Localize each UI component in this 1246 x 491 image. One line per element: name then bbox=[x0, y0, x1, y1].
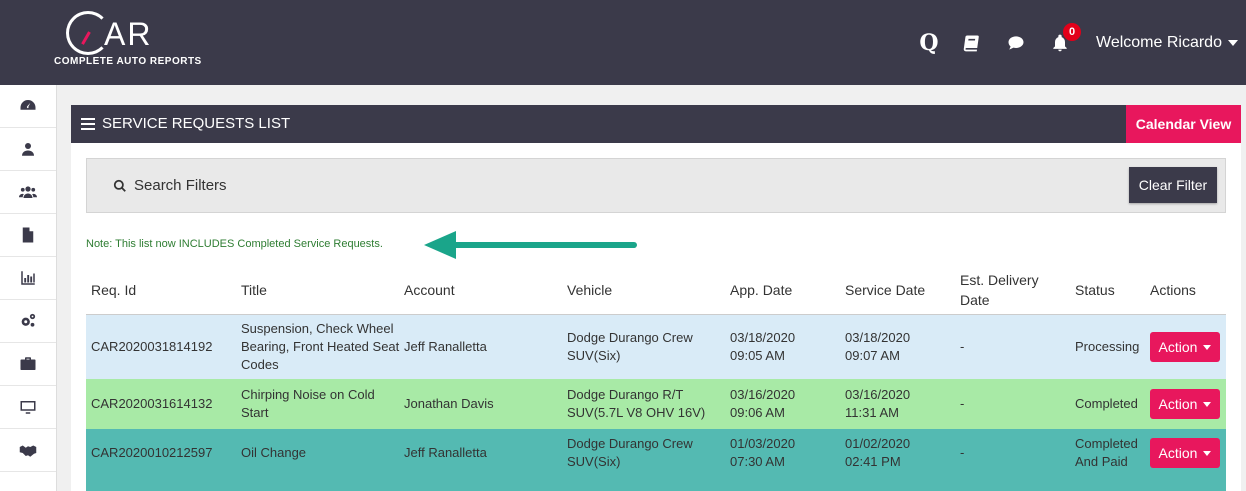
panel-title: SERVICE REQUESTS LIST bbox=[81, 115, 290, 132]
cell-service-date: 03/18/2020 09:07 AM bbox=[845, 330, 911, 363]
col-actions: Actions bbox=[1150, 281, 1196, 298]
col-service-date[interactable]: Service Date bbox=[845, 264, 955, 315]
monitor-icon[interactable] bbox=[0, 386, 56, 429]
cell-actions: Action bbox=[1150, 429, 1225, 477]
table-header: Req. Id Title Account Vehicle App. Date … bbox=[86, 264, 1226, 315]
col-status[interactable]: Status bbox=[1075, 264, 1145, 315]
document-icon[interactable] bbox=[0, 214, 56, 257]
book-icon[interactable] bbox=[958, 30, 984, 56]
col-app-date[interactable]: App. Date bbox=[730, 264, 840, 315]
list-note: Note: This list now INCLUDES Completed S… bbox=[86, 238, 383, 250]
brand-name: AR bbox=[104, 16, 153, 52]
cell-vehicle: Dodge Durango Crew SUV(Six) bbox=[567, 436, 693, 469]
action-button[interactable]: Action bbox=[1150, 332, 1220, 362]
caret-down-icon bbox=[1203, 450, 1212, 456]
cell-title: Oil Change bbox=[241, 445, 307, 460]
action-button[interactable]: Action bbox=[1150, 438, 1220, 468]
user-icon[interactable] bbox=[0, 128, 56, 171]
panel-header: SERVICE REQUESTS LIST Calendar View bbox=[71, 105, 1241, 143]
cell-app-date: 01/03/2020 07:30 AM bbox=[730, 436, 796, 469]
col-vehicle[interactable]: Vehicle bbox=[567, 264, 727, 315]
clear-filter-button[interactable]: Clear Filter bbox=[1129, 167, 1217, 203]
col-account[interactable]: Account bbox=[404, 264, 564, 315]
table-row-partial[interactable] bbox=[86, 477, 1226, 491]
cell-service-date: 01/02/2020 02:41 PM bbox=[845, 436, 911, 469]
action-label: Action bbox=[1158, 339, 1198, 355]
cell-status: Processing bbox=[1075, 339, 1140, 354]
cell-account: Jeff Ranalletta bbox=[404, 339, 487, 354]
sidebar bbox=[0, 85, 57, 491]
cell-app-date: 03/16/2020 09:06 AM bbox=[730, 387, 796, 420]
action-button[interactable]: Action bbox=[1150, 389, 1220, 419]
brand-tagline: COMPLETE AUTO REPORTS bbox=[54, 56, 202, 67]
briefcase-icon[interactable] bbox=[0, 343, 56, 386]
cell-vehicle: Dodge Durango R/T SUV(5.7L V8 OHV 16V) bbox=[567, 387, 706, 420]
search-filters-label: Search Filters bbox=[134, 177, 227, 194]
cell-req-id: CAR2020031614132 bbox=[91, 396, 213, 411]
cell-title: Chirping Noise on Cold Start bbox=[241, 387, 375, 420]
cell-req-id: CAR2020010212597 bbox=[91, 445, 213, 460]
caret-down-icon bbox=[1227, 39, 1238, 46]
col-req-id[interactable]: Req. Id bbox=[91, 264, 236, 315]
cell-est-delivery: - bbox=[960, 445, 965, 460]
cell-service-date: 03/16/2020 11:31 AM bbox=[845, 387, 911, 420]
cell-actions: Action bbox=[1150, 379, 1225, 429]
brand-logo[interactable]: AR COMPLETE AUTO REPORTS bbox=[54, 8, 204, 70]
cell-account: Jonathan Davis bbox=[404, 396, 494, 411]
dashboard-icon[interactable] bbox=[0, 85, 56, 128]
caret-down-icon bbox=[1203, 401, 1212, 407]
user-menu[interactable]: Welcome Ricardo bbox=[1096, 34, 1238, 52]
cell-actions: Action bbox=[1150, 315, 1225, 379]
cell-req-id: CAR2020031814192 bbox=[91, 339, 213, 354]
cell-status: Completed bbox=[1075, 396, 1138, 411]
cell-app-date: 03/18/2020 09:05 AM bbox=[730, 330, 796, 363]
table-row[interactable]: CAR2020031614132 Chirping Noise on Cold … bbox=[86, 379, 1226, 429]
chat-icon[interactable] bbox=[1003, 30, 1029, 56]
handshake-icon[interactable] bbox=[0, 429, 56, 472]
table-row[interactable]: CAR2020031814192 Suspension, Check Wheel… bbox=[86, 315, 1226, 379]
cell-account: Jeff Ranalletta bbox=[404, 445, 487, 460]
cogs-icon[interactable] bbox=[0, 300, 56, 343]
service-requests-table: Req. Id Title Account Vehicle App. Date … bbox=[86, 264, 1226, 491]
search-filters-toggle[interactable]: Search Filters bbox=[113, 177, 227, 194]
cell-est-delivery: - bbox=[960, 339, 965, 354]
search-icon bbox=[113, 179, 126, 192]
chart-icon[interactable] bbox=[0, 257, 56, 300]
col-est-delivery[interactable]: Est. Delivery Date bbox=[960, 264, 1060, 315]
cell-status: Completed And Paid bbox=[1075, 436, 1138, 469]
cell-vehicle: Dodge Durango Crew SUV(Six) bbox=[567, 330, 693, 363]
panel-title-text: SERVICE REQUESTS LIST bbox=[102, 115, 291, 132]
action-label: Action bbox=[1158, 445, 1198, 461]
col-title[interactable]: Title bbox=[241, 264, 401, 315]
caret-down-icon bbox=[1203, 344, 1212, 350]
q-icon[interactable]: Q bbox=[916, 30, 942, 56]
calendar-view-button[interactable]: Calendar View bbox=[1126, 105, 1241, 143]
search-filters-bar[interactable]: Search Filters Clear Filter bbox=[86, 158, 1226, 213]
welcome-text: Welcome Ricardo bbox=[1096, 34, 1222, 51]
table-row[interactable]: CAR2020010212597 Oil Change Jeff Ranalle… bbox=[86, 429, 1226, 477]
annotation-arrow-icon bbox=[424, 231, 637, 259]
menu-icon[interactable] bbox=[81, 117, 95, 130]
cell-est-delivery: - bbox=[960, 396, 965, 411]
notification-badge: 0 bbox=[1063, 23, 1081, 41]
cell-title: Suspension, Check Wheel Bearing, Front H… bbox=[241, 321, 400, 372]
users-icon[interactable] bbox=[0, 171, 56, 214]
top-bar: AR COMPLETE AUTO REPORTS Q 0 Welcome Ric… bbox=[0, 0, 1246, 85]
action-label: Action bbox=[1158, 396, 1198, 412]
